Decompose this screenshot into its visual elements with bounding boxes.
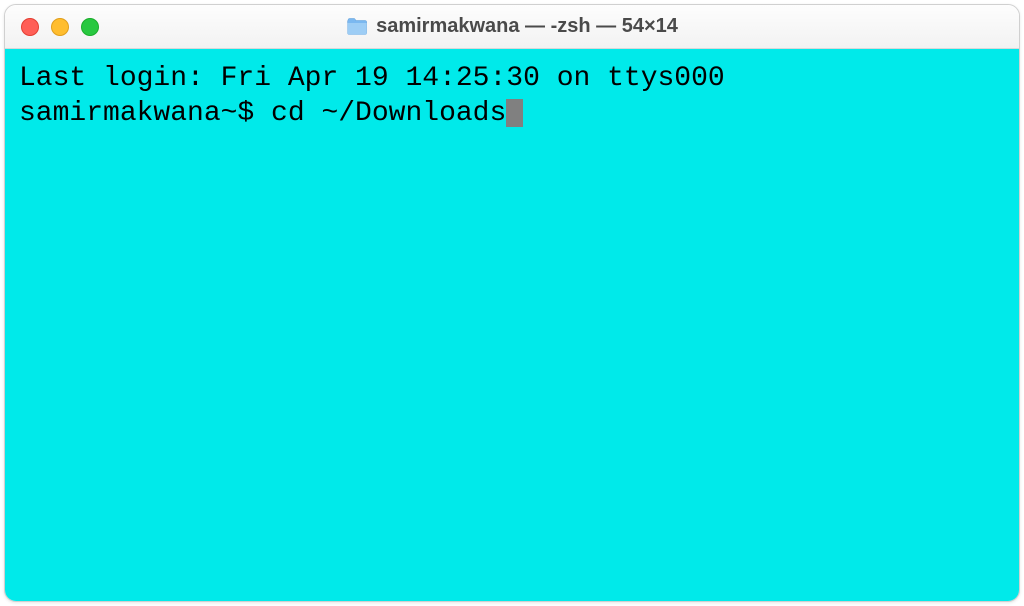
terminal-line-last-login: Last login: Fri Apr 19 14:25:30 on ttys0… <box>19 61 1005 96</box>
traffic-lights <box>21 18 99 36</box>
window-title-container: samirmakwana — -zsh — 54×14 <box>346 15 678 38</box>
folder-icon <box>346 18 368 36</box>
titlebar[interactable]: samirmakwana — -zsh — 54×14 <box>5 5 1019 49</box>
minimize-button[interactable] <box>51 18 69 36</box>
terminal-window: samirmakwana — -zsh — 54×14 Last login: … <box>4 4 1020 602</box>
close-button[interactable] <box>21 18 39 36</box>
window-title: samirmakwana — -zsh — 54×14 <box>376 15 678 38</box>
terminal-command: cd ~/Downloads <box>271 98 506 129</box>
terminal-body[interactable]: Last login: Fri Apr 19 14:25:30 on ttys0… <box>5 49 1019 601</box>
terminal-prompt: samirmakwana~$ <box>19 98 271 129</box>
zoom-button[interactable] <box>81 18 99 36</box>
terminal-prompt-line: samirmakwana~$ cd ~/Downloads <box>19 96 1005 131</box>
terminal-cursor <box>506 99 523 127</box>
